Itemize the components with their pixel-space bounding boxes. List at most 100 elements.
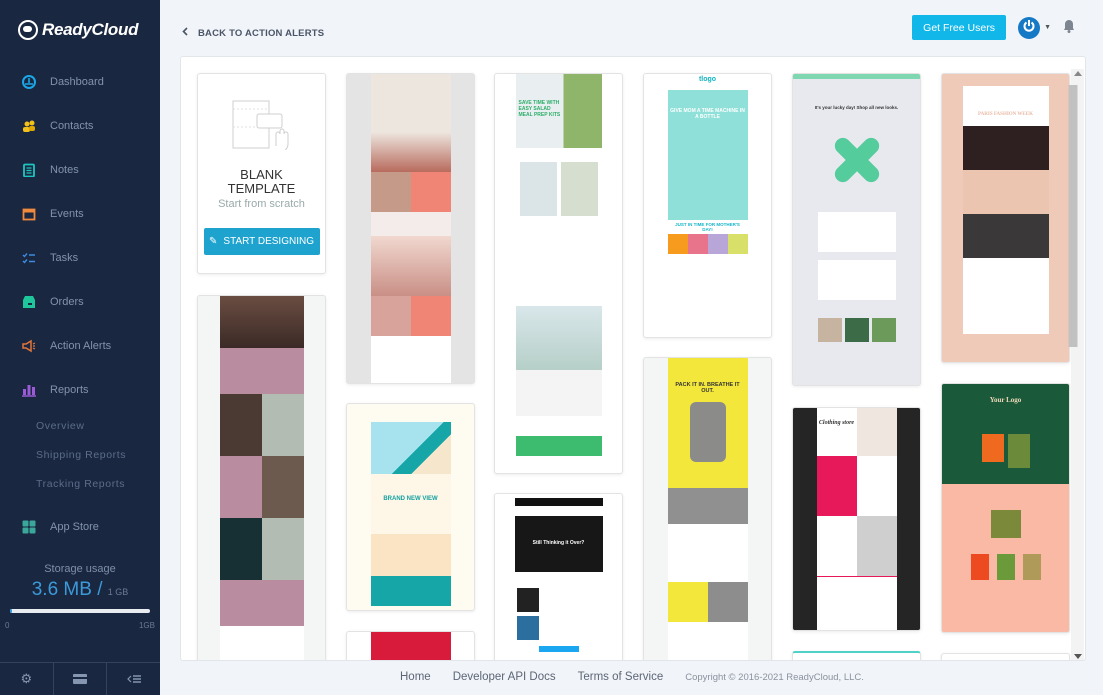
- readycloud-logo[interactable]: ReadyCloud: [18, 20, 138, 40]
- template-headline: SAVE TIME WITH EASY SALAD MEAL PREP KITS: [518, 100, 561, 118]
- account-menu-button[interactable]: [1018, 16, 1041, 39]
- page-footer: Home Developer API Docs Terms of Service…: [400, 671, 864, 683]
- sidebar-footer: ⚙: [0, 662, 160, 695]
- collapse-sidebar-button[interactable]: [107, 663, 160, 695]
- template-card-backpack[interactable]: PACK IT IN. BREATHE IT OUT.: [643, 357, 772, 660]
- sidebar-item-action-alerts[interactable]: Action Alerts: [0, 324, 160, 368]
- get-free-users-button[interactable]: Get Free Users: [912, 15, 1007, 40]
- template-headline: Still Thinking it Over?: [532, 540, 585, 546]
- template-card-summer-hats[interactable]: [346, 73, 475, 384]
- template-card-partial[interactable]: [941, 653, 1070, 660]
- sidebar-subitem-overview[interactable]: Overview: [0, 412, 160, 441]
- template-card-yoga[interactable]: [197, 295, 326, 660]
- sidebar: ReadyCloud Dashboard Contacts Notes Even…: [0, 0, 160, 695]
- sidebar-nav: Dashboard Contacts Notes Events Tasks Or…: [0, 60, 160, 549]
- template-gallery: BLANK TEMPLATE Start from scratch ✎ START…: [180, 56, 1086, 661]
- sidebar-item-reports[interactable]: Reports: [0, 368, 160, 412]
- power-icon: [1022, 19, 1036, 36]
- settings-button[interactable]: ⚙: [0, 663, 54, 695]
- footer-link-developer-api-docs[interactable]: Developer API Docs: [453, 671, 556, 683]
- sidebar-item-label: Notes: [50, 164, 79, 176]
- scrollbar-thumb[interactable]: [1068, 85, 1078, 347]
- template-preview: Clothing store: [816, 408, 897, 630]
- notes-icon: [22, 163, 36, 177]
- template-preview: PARIS FASHION WEEK: [962, 86, 1049, 334]
- blank-title-line2: TEMPLATE: [227, 181, 296, 196]
- sidebar-item-label: Dashboard: [50, 76, 104, 88]
- blank-template-illustration: [232, 100, 292, 153]
- template-card-abandoned-cart[interactable]: Still Thinking it Over?: [494, 493, 623, 660]
- storage-progress-bar: [10, 609, 150, 613]
- sidebar-item-label: Events: [50, 208, 84, 220]
- storage-scale-min: 0: [5, 621, 10, 630]
- scroll-up-arrow-icon[interactable]: [1074, 71, 1082, 76]
- sidebar-item-events[interactable]: Events: [0, 192, 160, 236]
- back-to-action-alerts-link[interactable]: BACK TO ACTION ALERTS: [182, 27, 324, 39]
- storage-used: 3.6 MB: [31, 579, 92, 600]
- billing-button[interactable]: [54, 663, 108, 695]
- sidebar-item-dashboard[interactable]: Dashboard: [0, 60, 160, 104]
- scroll-down-arrow-icon[interactable]: [1074, 654, 1082, 659]
- sidebar-item-label: Action Alerts: [50, 340, 112, 352]
- blank-template-title: BLANK TEMPLATE: [198, 168, 325, 196]
- blank-template-card[interactable]: BLANK TEMPLATE Start from scratch ✎ START…: [197, 73, 326, 274]
- back-label: BACK TO ACTION ALERTS: [198, 27, 325, 39]
- orders-icon: [22, 295, 36, 309]
- template-card-eyewear[interactable]: BRAND NEW VIEW: [346, 403, 475, 611]
- copyright: Copyright © 2016-2021 ReadyCloud, LLC.: [685, 671, 864, 683]
- settings-icon: ⚙: [20, 671, 33, 686]
- collapse-sidebar-icon: [126, 672, 141, 687]
- sidebar-item-orders[interactable]: Orders: [0, 280, 160, 324]
- footer-link-terms-of-service[interactable]: Terms of Service: [578, 671, 664, 683]
- template-card-red-promo[interactable]: [346, 631, 475, 660]
- sidebar-item-contacts[interactable]: Contacts: [0, 104, 160, 148]
- sidebar-item-notes[interactable]: Notes: [0, 148, 160, 192]
- template-preview: PACK IT IN. BREATHE IT OUT.: [667, 358, 748, 660]
- tasks-icon: [22, 251, 36, 265]
- sidebar-item-tasks[interactable]: Tasks: [0, 236, 160, 280]
- template-preview: BRAND NEW VIEW: [370, 404, 451, 610]
- storage-total: 1 GB: [107, 587, 129, 597]
- sidebar-item-label: Tasks: [50, 252, 79, 264]
- template-headline: PARIS FASHION WEEK: [977, 112, 1033, 117]
- template-card-teal-partial[interactable]: [792, 651, 921, 660]
- storage-usage: Storage usage 3.6 MB / 1 GB 0 1GB: [0, 563, 160, 630]
- storage-scale: 0 1GB: [5, 621, 155, 630]
- template-preview: Still Thinking it Over?: [514, 498, 603, 660]
- megaphone-icon: [22, 339, 36, 353]
- dashboard-icon: [22, 75, 36, 89]
- template-card-soap[interactable]: Your Logo: [941, 383, 1070, 633]
- template-headline: It's your lucky day! Shop all new looks.: [814, 105, 899, 110]
- gallery-scrollbar[interactable]: [1068, 69, 1084, 660]
- template-headline: Your Logo: [989, 396, 1022, 404]
- template-headline: GIVE MOM A TIME MACHINE IN A BOTTLE: [670, 108, 745, 120]
- reports-icon: [22, 383, 36, 397]
- blank-template-subtitle: Start from scratch: [218, 198, 305, 210]
- contacts-icon: [22, 119, 36, 133]
- events-icon: [22, 207, 36, 221]
- template-card-paris-fashion[interactable]: PARIS FASHION WEEK: [941, 73, 1070, 363]
- sidebar-subitem-shipping-reports[interactable]: Shipping Reports: [0, 441, 160, 470]
- footer-link-home[interactable]: Home: [400, 671, 431, 683]
- template-card-lucky-day[interactable]: It's your lucky day! Shop all new looks.: [792, 73, 921, 386]
- template-card-salad[interactable]: SAVE TIME WITH EASY SALAD MEAL PREP KITS: [494, 73, 623, 474]
- notifications-bell-icon[interactable]: [1063, 19, 1075, 36]
- template-card-mothers-day[interactable]: tlogo GIVE MOM A TIME MACHINE IN A BOTTL…: [643, 73, 772, 338]
- pencil-icon: ✎: [209, 236, 218, 247]
- start-designing-button[interactable]: ✎ START DESIGNING: [203, 228, 320, 255]
- storage-scale-max: 1GB: [138, 621, 155, 630]
- template-preview: [370, 632, 451, 660]
- sidebar-item-app-store[interactable]: App Store: [0, 505, 160, 549]
- template-preview: tlogo GIVE MOM A TIME MACHINE IN A BOTTL…: [667, 74, 748, 337]
- chevron-down-icon[interactable]: ▼: [1044, 24, 1051, 31]
- sidebar-item-label: Orders: [50, 296, 84, 308]
- chevron-left-icon: [182, 27, 188, 39]
- sidebar-item-label: App Store: [50, 521, 99, 533]
- storage-progress-fill: [10, 609, 13, 613]
- template-preview: [219, 296, 304, 660]
- template-preview: SAVE TIME WITH EASY SALAD MEAL PREP KITS: [515, 74, 602, 473]
- header-actions: Get Free Users ▼: [912, 15, 1075, 40]
- storage-label: Storage usage: [44, 563, 116, 575]
- sidebar-subitem-tracking-reports[interactable]: Tracking Reports: [0, 470, 160, 499]
- template-card-clothing-store[interactable]: Clothing store: [792, 407, 921, 631]
